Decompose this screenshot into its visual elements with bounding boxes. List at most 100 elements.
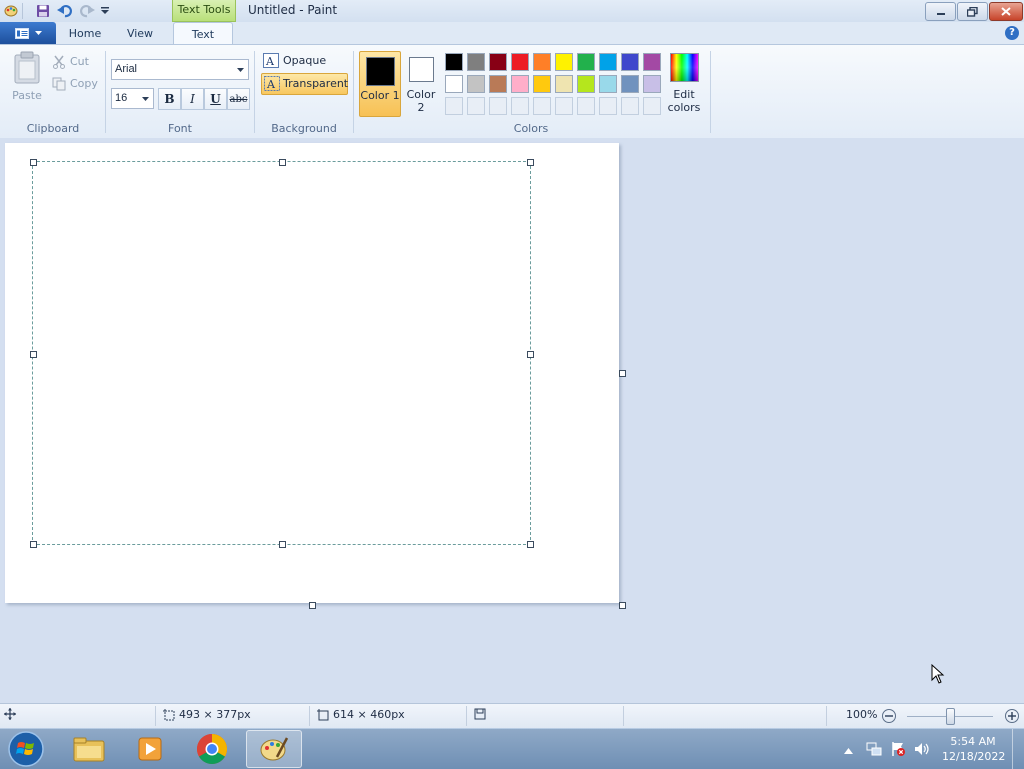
color-swatch[interactable] bbox=[467, 75, 485, 93]
start-button[interactable] bbox=[5, 729, 47, 769]
cut-button[interactable]: Cut bbox=[50, 53, 100, 71]
paint-menu-button[interactable] bbox=[0, 22, 56, 44]
tab-home[interactable]: Home bbox=[60, 22, 110, 44]
color-swatch[interactable] bbox=[621, 53, 639, 71]
zoom-slider-thumb[interactable] bbox=[946, 708, 955, 725]
taskbar-paint-active[interactable] bbox=[246, 730, 302, 768]
color-swatch[interactable] bbox=[643, 75, 661, 93]
color-swatch[interactable] bbox=[489, 75, 507, 93]
minimize-button[interactable] bbox=[925, 2, 956, 21]
color-swatch[interactable] bbox=[511, 53, 529, 71]
custom-color-slot[interactable] bbox=[489, 97, 507, 115]
canvas-size-value: 614 × 460px bbox=[333, 708, 405, 721]
canvas-resize-handle[interactable] bbox=[309, 602, 316, 609]
selection-handle[interactable] bbox=[527, 351, 534, 358]
text-box-selection[interactable] bbox=[32, 161, 531, 545]
group-divider bbox=[254, 51, 255, 133]
color-swatch[interactable] bbox=[511, 75, 529, 93]
selection-handle[interactable] bbox=[527, 159, 534, 166]
drawing-canvas[interactable] bbox=[5, 143, 619, 603]
color-swatch[interactable] bbox=[555, 75, 573, 93]
strikethrough-button[interactable]: abc bbox=[227, 88, 250, 110]
selection-handle[interactable] bbox=[30, 159, 37, 166]
show-hidden-icons-chevron-icon[interactable] bbox=[844, 744, 853, 757]
status-bar: 493 × 377px 614 × 460px 100% bbox=[0, 703, 1024, 729]
undo-icon[interactable] bbox=[56, 2, 74, 20]
custom-color-slot[interactable] bbox=[555, 97, 573, 115]
taskbar-chrome[interactable] bbox=[184, 730, 240, 768]
underline-button[interactable]: U bbox=[204, 88, 227, 110]
selection-handle[interactable] bbox=[30, 351, 37, 358]
color-1-button[interactable]: Color 1 bbox=[359, 51, 401, 117]
media-player-icon bbox=[138, 737, 162, 761]
color-swatch[interactable] bbox=[445, 75, 463, 93]
help-icon[interactable]: ? bbox=[1005, 26, 1019, 40]
redo-icon[interactable] bbox=[78, 2, 96, 20]
opaque-button[interactable]: A Opaque bbox=[261, 52, 346, 70]
taskbar-clock[interactable]: 5:54 AM 12/18/2022 bbox=[942, 734, 1005, 764]
canvas-resize-handle[interactable] bbox=[619, 602, 626, 609]
volume-icon[interactable] bbox=[914, 741, 930, 760]
font-size-value: 16 bbox=[115, 92, 128, 104]
taskbar: 5:54 AM 12/18/2022 bbox=[0, 728, 1024, 769]
paste-button[interactable]: Paste bbox=[10, 51, 44, 109]
file-size-cell bbox=[474, 708, 486, 720]
color-swatch[interactable] bbox=[577, 75, 595, 93]
paint-app-icon[interactable] bbox=[2, 2, 20, 20]
color-2-button[interactable]: Color 2 bbox=[403, 51, 439, 115]
customize-toolbar-chevron-icon[interactable] bbox=[96, 2, 114, 20]
edit-colors-label: Edit colors bbox=[667, 88, 701, 114]
color-swatch[interactable] bbox=[577, 53, 595, 71]
tab-text[interactable]: Text bbox=[173, 22, 233, 46]
color-swatch[interactable] bbox=[599, 53, 617, 71]
action-center-flag-icon[interactable] bbox=[890, 741, 906, 760]
italic-button[interactable]: I bbox=[181, 88, 204, 110]
restore-button[interactable] bbox=[957, 2, 988, 21]
taskbar-media-player[interactable] bbox=[122, 730, 178, 768]
tab-view[interactable]: View bbox=[115, 22, 165, 44]
save-icon[interactable] bbox=[34, 2, 52, 20]
bold-button[interactable]: B bbox=[158, 88, 181, 110]
opaque-label: Opaque bbox=[283, 54, 327, 67]
status-divider bbox=[309, 706, 310, 726]
close-button[interactable] bbox=[989, 2, 1023, 21]
font-size-select[interactable]: 16 bbox=[111, 88, 154, 109]
custom-color-slot[interactable] bbox=[467, 97, 485, 115]
status-divider bbox=[155, 706, 156, 726]
color-swatch[interactable] bbox=[555, 53, 573, 71]
color-swatch[interactable] bbox=[643, 53, 661, 71]
color-swatch[interactable] bbox=[467, 53, 485, 71]
cut-label: Cut bbox=[70, 55, 89, 68]
color-swatch[interactable] bbox=[533, 53, 551, 71]
selection-handle[interactable] bbox=[527, 541, 534, 548]
color-swatch[interactable] bbox=[489, 53, 507, 71]
custom-color-slot[interactable] bbox=[511, 97, 529, 115]
selection-handle[interactable] bbox=[30, 541, 37, 548]
show-desktop-button[interactable] bbox=[1012, 729, 1024, 769]
color-swatch[interactable] bbox=[445, 53, 463, 71]
zoom-in-button[interactable] bbox=[1005, 709, 1019, 723]
taskbar-explorer[interactable] bbox=[61, 730, 117, 768]
copy-button[interactable]: Copy bbox=[50, 75, 100, 93]
font-name-select[interactable]: Arial bbox=[111, 59, 249, 80]
color-swatch[interactable] bbox=[533, 75, 551, 93]
transparent-button[interactable]: A Transparent bbox=[261, 73, 348, 95]
group-divider bbox=[710, 51, 711, 133]
custom-color-slot[interactable] bbox=[599, 97, 617, 115]
custom-color-slot[interactable] bbox=[533, 97, 551, 115]
custom-color-slot[interactable] bbox=[643, 97, 661, 115]
selection-handle[interactable] bbox=[279, 541, 286, 548]
color-spectrum-icon bbox=[670, 53, 699, 82]
color-swatch[interactable] bbox=[621, 75, 639, 93]
custom-color-slot[interactable] bbox=[621, 97, 639, 115]
canvas-resize-handle[interactable] bbox=[619, 370, 626, 377]
font-name-value: Arial bbox=[115, 63, 138, 75]
paste-icon bbox=[14, 51, 40, 84]
network-icon[interactable] bbox=[866, 741, 882, 760]
edit-colors-button[interactable]: Edit colors bbox=[665, 51, 703, 115]
selection-handle[interactable] bbox=[279, 159, 286, 166]
color-swatch[interactable] bbox=[599, 75, 617, 93]
custom-color-slot[interactable] bbox=[577, 97, 595, 115]
zoom-out-button[interactable] bbox=[882, 709, 896, 723]
custom-color-slot[interactable] bbox=[445, 97, 463, 115]
